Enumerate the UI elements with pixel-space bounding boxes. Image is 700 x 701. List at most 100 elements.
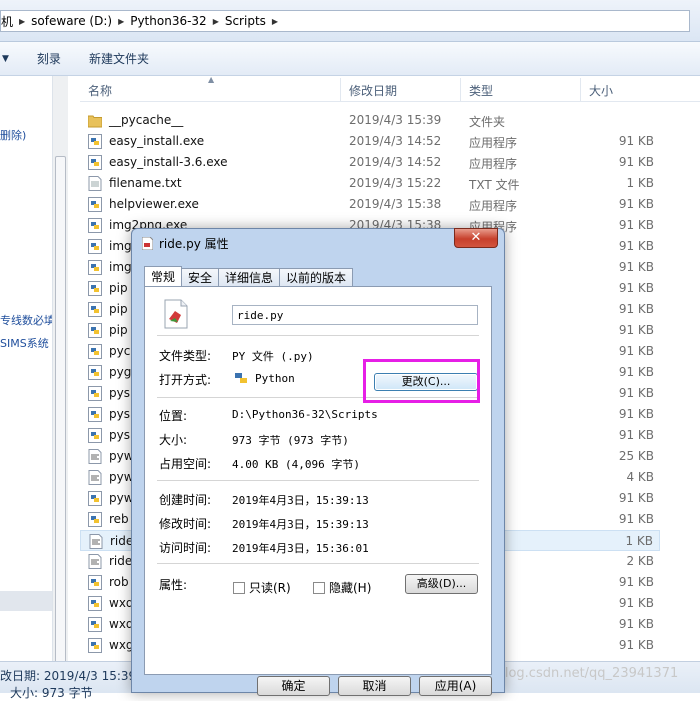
file-row[interactable]: filename.txt 2019/4/3 15:22 TXT 文件 1 KB bbox=[80, 173, 660, 194]
file-size: 91 KB bbox=[618, 134, 654, 148]
file-name: ride bbox=[109, 554, 133, 568]
tab-details[interactable]: 详细信息 bbox=[218, 268, 281, 287]
location-label: 位置: bbox=[159, 409, 188, 423]
python-logo-icon bbox=[235, 373, 247, 383]
col-size[interactable]: 大小 bbox=[589, 82, 613, 99]
column-divider[interactable] bbox=[580, 78, 581, 102]
nav-selected-item[interactable] bbox=[0, 591, 52, 611]
file-name: pip bbox=[109, 323, 128, 337]
tab-security[interactable]: 安全 bbox=[181, 268, 220, 287]
file-size: 91 KB bbox=[618, 365, 654, 379]
scrollbar-thumb[interactable] bbox=[55, 156, 66, 686]
file-name: pys bbox=[109, 386, 130, 400]
accessed-value: 2019年4月3日，15:36:01 bbox=[232, 542, 369, 555]
file-row[interactable]: easy_install-3.6.exe 2019/4/3 14:52 应用程序 91… bbox=[80, 152, 660, 173]
python-exe-icon bbox=[88, 302, 102, 317]
python-exe-icon bbox=[88, 617, 102, 632]
checkbox-box[interactable] bbox=[233, 581, 245, 594]
col-date[interactable]: 修改日期 bbox=[349, 82, 397, 99]
file-type: 应用程序 bbox=[469, 199, 518, 213]
crumb-python[interactable]: Python36-32 bbox=[130, 14, 206, 28]
file-size: 2 KB bbox=[626, 554, 654, 568]
crumb-computer[interactable]: 机 bbox=[1, 13, 13, 30]
nav-label[interactable]: 专线数必填 bbox=[0, 312, 55, 328]
file-name: pyw bbox=[109, 449, 134, 463]
new-folder-button[interactable]: 新建文件夹 bbox=[75, 50, 163, 67]
file-type: 应用程序 bbox=[469, 157, 518, 171]
tab-strip: 常规 安全 详细信息 以前的版本 bbox=[144, 266, 354, 287]
python-exe-icon bbox=[88, 407, 102, 422]
filename-field[interactable] bbox=[232, 305, 478, 325]
cancel-button[interactable]: 取消 bbox=[338, 676, 411, 696]
chevron-right-icon[interactable]: ▶ bbox=[19, 17, 25, 26]
file-size: 1 KB bbox=[625, 534, 653, 548]
toolbar: ▼ 刻录 新建文件夹 bbox=[0, 42, 700, 76]
python-exe-icon bbox=[88, 239, 102, 254]
tab-previous-versions[interactable]: 以前的版本 bbox=[279, 268, 354, 287]
file-row[interactable]: easy_install.exe 2019/4/3 14:52 应用程序 91 KB bbox=[80, 131, 660, 152]
chevron-right-icon[interactable]: ▶ bbox=[272, 17, 278, 26]
column-divider[interactable] bbox=[340, 78, 341, 102]
file-size: 91 KB bbox=[618, 155, 654, 169]
script-file-icon bbox=[88, 449, 102, 464]
python-file-icon bbox=[164, 299, 188, 329]
nav-label[interactable]: SIMS系统 bbox=[0, 335, 49, 351]
col-type[interactable]: 类型 bbox=[469, 82, 493, 99]
file-size: 91 KB bbox=[618, 575, 654, 589]
dialog-title: ride.py 属性 bbox=[159, 237, 229, 251]
file-row[interactable]: helpviewer.exe 2019/4/3 15:38 应用程序 91 KB bbox=[80, 194, 660, 215]
file-name: pyc bbox=[109, 344, 131, 358]
col-name[interactable]: 名称 bbox=[88, 82, 112, 99]
crumb-scripts[interactable]: Scripts bbox=[225, 14, 266, 28]
ok-button[interactable]: 确定 bbox=[257, 676, 330, 696]
column-divider[interactable] bbox=[460, 78, 461, 102]
dropdown-arrow-icon[interactable]: ▼ bbox=[0, 54, 9, 64]
file-size: 91 KB bbox=[618, 617, 654, 631]
size-label: 大小: bbox=[159, 433, 188, 447]
file-date: 2019/4/3 15:38 bbox=[349, 197, 442, 211]
file-name: pyg bbox=[109, 365, 132, 379]
file-size: 91 KB bbox=[618, 428, 654, 442]
chevron-right-icon[interactable]: ▶ bbox=[213, 17, 219, 26]
file-name: pyw bbox=[109, 470, 134, 484]
file-name: wxg bbox=[109, 638, 134, 652]
python-exe-icon bbox=[88, 155, 102, 170]
burn-button[interactable]: 刻录 bbox=[9, 50, 75, 67]
python-exe-icon bbox=[88, 491, 102, 506]
breadcrumb[interactable]: 机 ▶ sofeware (D:) ▶ Python36-32 ▶ Script… bbox=[0, 10, 690, 32]
file-name: pys bbox=[109, 407, 130, 421]
general-panel: 文件类型: PY 文件 (.py) 打开方式: Python 更改(C)... … bbox=[144, 286, 492, 675]
dialog-title-bar[interactable]: ride.py 属性 bbox=[142, 235, 229, 252]
file-row[interactable]: __pycache__ 2019/4/3 15:39 文件夹 bbox=[80, 110, 660, 131]
file-name: easy_install.exe bbox=[109, 134, 205, 148]
close-button[interactable]: ✕ bbox=[454, 228, 498, 248]
file-date: 2019/4/3 14:52 bbox=[349, 134, 442, 148]
python-exe-icon bbox=[88, 512, 102, 527]
file-size: 1 KB bbox=[626, 176, 654, 190]
nav-label[interactable]: 删除) bbox=[0, 127, 26, 143]
advanced-button[interactable]: 高级(D)... bbox=[405, 574, 478, 594]
status-modified: 改日期: 2019/4/3 15:39 bbox=[0, 669, 137, 683]
checkbox-box[interactable] bbox=[313, 581, 325, 594]
readonly-checkbox[interactable]: 只读(R) bbox=[233, 579, 291, 596]
file-size: 91 KB bbox=[618, 638, 654, 652]
nav-scrollbar[interactable] bbox=[52, 76, 68, 686]
hidden-checkbox[interactable]: 隐藏(H) bbox=[313, 579, 371, 596]
python-exe-icon bbox=[88, 260, 102, 275]
file-date: 2019/4/3 15:22 bbox=[349, 176, 442, 190]
tab-general[interactable]: 常规 bbox=[144, 266, 183, 287]
accessed-label: 访问时间: bbox=[159, 541, 212, 555]
crumb-drive[interactable]: sofeware (D:) bbox=[31, 14, 112, 28]
modified-value: 2019年4月3日，15:39:13 bbox=[232, 518, 369, 531]
ondisk-value: 4.00 KB (4,096 字节) bbox=[232, 458, 360, 471]
script-file-icon bbox=[88, 470, 102, 485]
apply-button[interactable]: 应用(A) bbox=[419, 676, 492, 696]
file-name: pys bbox=[109, 428, 130, 442]
file-type: TXT 文件 bbox=[469, 178, 520, 192]
python-exe-icon bbox=[88, 344, 102, 359]
file-date: 2019/4/3 15:39 bbox=[349, 113, 442, 127]
ondisk-label: 占用空间: bbox=[159, 457, 212, 471]
chevron-right-icon[interactable]: ▶ bbox=[118, 17, 124, 26]
python-exe-icon bbox=[88, 428, 102, 443]
file-size: 91 KB bbox=[618, 323, 654, 337]
